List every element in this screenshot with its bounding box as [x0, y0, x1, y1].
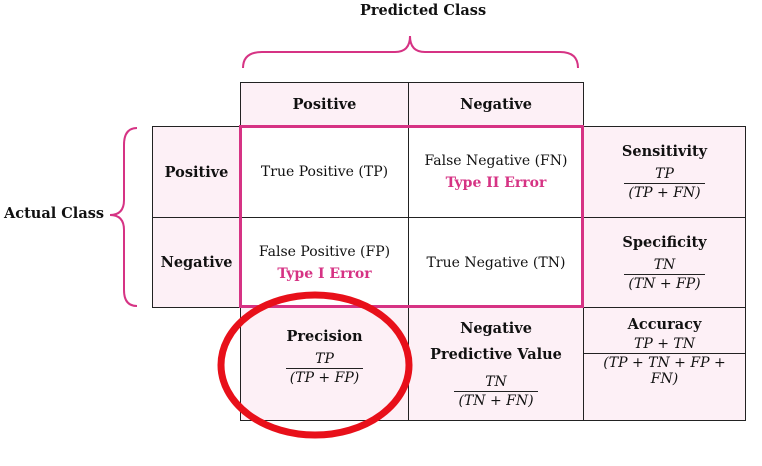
- precision-circle: [217, 291, 413, 439]
- red-circle-annotation: [217, 291, 413, 439]
